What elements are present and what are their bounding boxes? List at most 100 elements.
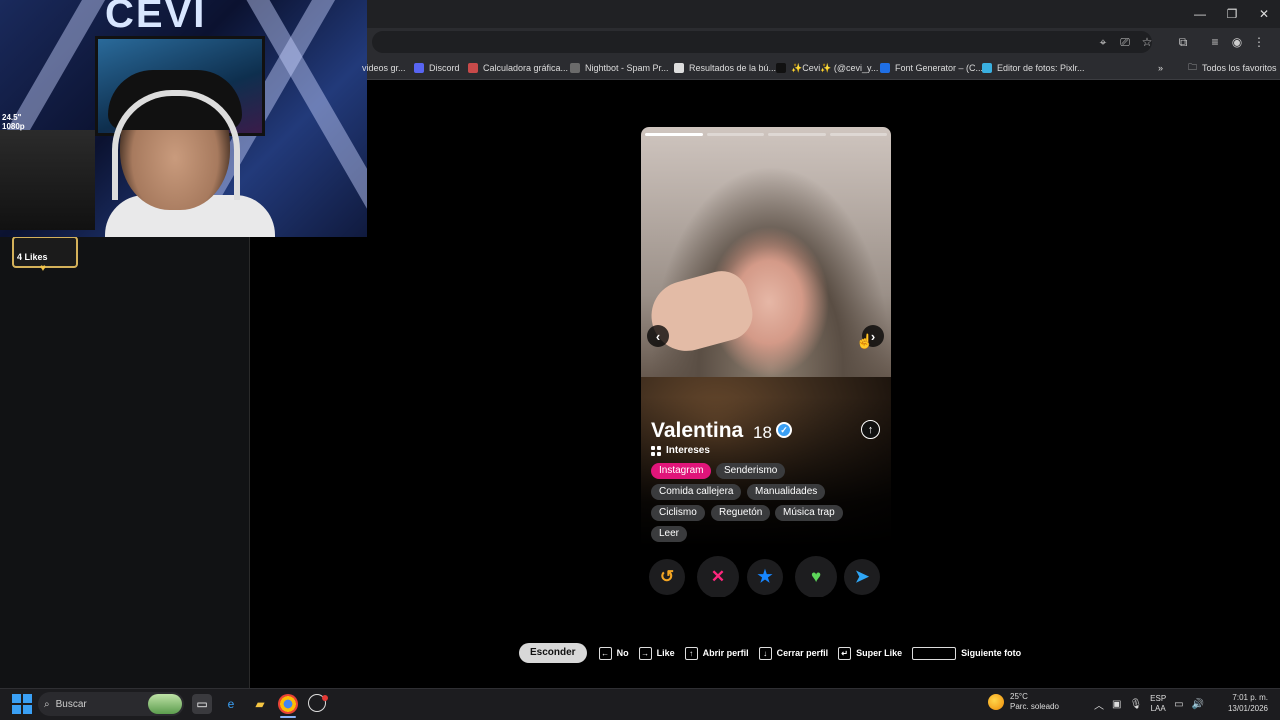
window-controls: — ❐ ✕ [1184,0,1280,28]
key-icon: ↓ [758,646,772,660]
profile-avatar-icon[interactable]: ◉ [1226,35,1248,49]
key-icon: ↵ [838,646,852,660]
interest-tag: Reguetón [711,505,771,521]
search-highlight-icon [148,694,182,714]
key-icon: ↑ [684,646,698,660]
profile-card[interactable]: ‹ › Valentina 18 ✓ ↑ Intereses Instagram… [641,127,891,597]
microphone-icon[interactable]: 🎙 [1129,699,1142,710]
boost-button[interactable]: ➤ [844,559,880,595]
shortcut-hint: ↓ Cerrar perfil [758,646,828,660]
bookmark-star-icon[interactable]: ☆ [1136,35,1158,49]
display-icon[interactable]: ▭ [1174,699,1183,710]
nope-button[interactable]: ✕ [697,556,739,597]
date: 13/01/2026 [1227,704,1268,713]
heart-icon: ♥ [40,263,46,274]
bookmark-label: Editor de fotos: Pixlr... [997,63,1085,73]
location-icon[interactable]: ⌖ [1092,35,1114,50]
language-indicator[interactable]: ESP LAA [1150,694,1166,714]
bookmark-favicon-icon [982,63,992,73]
bookmark-item[interactable]: ✨Cevi✨ (@cevi_y... [776,56,878,80]
profile-age: 18 [753,423,772,442]
shortcut-label: Like [656,648,675,658]
interests-icon [651,445,661,456]
time: 7:01 p. m. [1232,693,1268,702]
mouse-cursor-icon: ☝ [856,333,874,349]
menu-icon[interactable]: ⋮ [1248,35,1270,49]
shortcut-hint: Siguiente foto [912,646,1022,660]
key-icon: ← [598,646,612,660]
clock[interactable]: 7:01 p. m. 13/01/2026 [1218,692,1268,714]
toolbar-icons: ⌖ ⎚ ☆ ⧉ ≡ ◉ ⋮ [1092,28,1270,56]
photo-progress-segment[interactable] [645,133,703,136]
shortcut-hint: ↵ Super Like [838,646,903,660]
active-app-indicator [280,716,296,718]
rewind-button[interactable]: ↺ [649,559,685,595]
bookmark-favicon-icon [776,63,786,73]
interest-tag: Comida callejera [651,484,742,500]
chrome-icon[interactable] [278,694,298,714]
address-input[interactable] [372,31,1152,53]
monitor-label: 24.5" 1080p [2,113,25,131]
hide-shortcuts-button[interactable]: Esconder [519,643,587,663]
bookmark-item[interactable]: Font Generator – (C... [880,56,983,80]
interests-label: Intereses [666,445,710,456]
system-tray: ︿ ▣ 🎙 ESP LAA ▭ 🔊 [1094,692,1204,716]
folder-icon: 🗀 [1188,62,1198,72]
shortcut-hint: ← No [598,646,629,660]
photo-progress-segment[interactable] [768,133,826,136]
windows-start-icon[interactable] [12,694,32,714]
bookmark-favicon-icon [570,63,580,73]
bookmark-item[interactable]: videos gr... [362,56,406,80]
bookmark-label: Nightbot - Spam Pr... [585,63,669,73]
bookmark-item[interactable]: Discord [414,56,460,80]
interest-tag: Ciclismo [651,505,705,521]
media-icon[interactable]: ≡ [1204,35,1226,49]
interest-tag: Senderismo [716,463,786,479]
like-button[interactable]: ♥ [795,556,837,597]
open-profile-button[interactable]: ↑ [861,420,880,439]
bookmark-favicon-icon [468,63,478,73]
close-icon[interactable]: ✕ [1248,0,1280,28]
prev-photo-button[interactable]: ‹ [647,325,669,347]
photo-progress-bar [645,133,887,136]
super-like-button[interactable]: ★ [747,559,783,595]
photo-progress-segment[interactable] [706,133,764,136]
interests-header: Intereses [651,445,710,456]
notification-dot [322,695,328,701]
chevron-up-icon[interactable]: ︿ [1094,697,1104,712]
bookmark-item[interactable]: Resultados de la bú... [674,56,776,80]
keyboard-shortcuts-bar: Esconder ← No → Like ↑ Abrir perfil ↓ Cerrar pe… [519,643,1031,663]
photo-progress-segment[interactable] [829,133,887,136]
minimize-icon[interactable]: — [1184,0,1216,28]
network-drive-icon[interactable]: ▣ [1112,699,1121,710]
cast-icon[interactable]: ⎚ [1114,35,1136,50]
profile-name: Valentina [651,419,744,442]
extensions-icon[interactable]: ⧉ [1172,35,1194,50]
interest-tag: Música trap [775,505,843,521]
volume-icon[interactable]: 🔊 [1192,699,1204,710]
bookmark-label: videos gr... [362,63,406,73]
interest-tag: Leer [651,526,688,542]
weather-icon [988,694,1004,710]
shortcut-label: Super Like [856,648,903,658]
weather-widget[interactable]: 25°C Parc. soleado [988,692,1059,712]
restore-icon[interactable]: ❐ [1216,0,1248,28]
all-bookmarks[interactable]: 🗀 Todos los favoritos [1188,56,1277,80]
bookmarks-overflow-icon[interactable]: » [1158,56,1163,80]
bookmark-item[interactable]: Nightbot - Spam Pr... [570,56,669,80]
weather-desc: Parc. soleado [1010,702,1059,711]
edge-icon[interactable]: e [221,694,241,714]
file-explorer-icon[interactable]: ▰ [250,694,270,714]
shortcut-label: Siguiente foto [961,648,1022,658]
bookmark-item[interactable]: Calculadora gráfica... [468,56,568,80]
search-placeholder: Buscar [55,698,87,710]
action-buttons: ↺ ✕ ★ ♥ ➤ [641,555,891,597]
search-icon: ⌕ [44,698,50,710]
key-icon [912,646,957,660]
webcam-overlay: CEVI 24.5" 1080p [0,0,367,237]
shortcut-hint: ↑ Abrir perfil [684,646,749,660]
bookmark-item[interactable]: Editor de fotos: Pixlr... [982,56,1085,80]
streamer-logo: CEVI [105,0,207,36]
task-view-icon[interactable]: ▭ [192,694,212,714]
taskbar-search[interactable]: ⌕ Buscar [38,692,184,716]
